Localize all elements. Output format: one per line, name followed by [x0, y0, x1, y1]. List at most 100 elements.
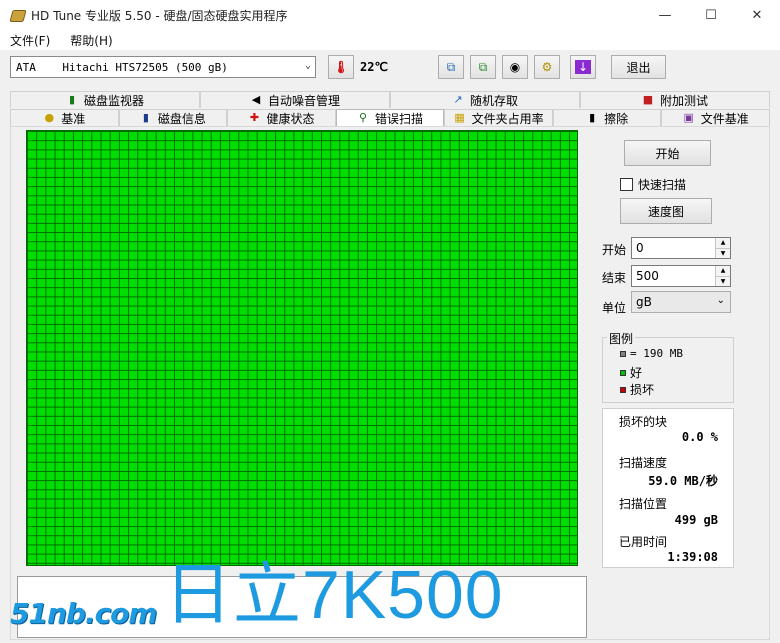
hdtune-app-icon [9, 7, 25, 23]
folder-usage-icon: ▦ [454, 111, 465, 124]
close-button[interactable]: ✕ [734, 0, 780, 30]
tab-label: 磁盘监视器 [83, 93, 144, 108]
toolbar: ATA Hitachi HTS72505 (500 gB) ⌄ 🌡 22℃ ⧉ … [0, 50, 780, 88]
minimize-button[interactable]: — [642, 0, 688, 30]
tab-aam[interactable]: ◀ 自动噪音管理 [200, 91, 390, 108]
camera-icon: ◉ [509, 60, 521, 74]
damaged-blocks-value: 0.0 % [681, 430, 718, 444]
scan-position-value: 499 gB [674, 513, 718, 527]
spin-up-icon[interactable]: ▲ [716, 266, 730, 276]
exit-button[interactable]: 退出 [611, 55, 666, 79]
benchmark-icon: ● [44, 111, 55, 124]
tab-file-benchmark[interactable]: ▣ 文件基准 [661, 109, 771, 126]
tab-label: 磁盘信息 [157, 111, 206, 126]
quick-scan-checkbox[interactable]: 快速扫描 [620, 176, 686, 193]
download-icon: ↓ [574, 60, 592, 74]
erase-icon: ▮ [589, 111, 596, 124]
chevron-down-icon: ⌄ [304, 60, 311, 71]
legend-block-size-label: = 190 MB [630, 347, 683, 360]
legend-box: 图例 = 190 MB 好 损坏 [602, 330, 734, 403]
block-swatch-icon [620, 350, 626, 357]
copy-text-button[interactable]: ⧉ [470, 55, 496, 79]
temperature-button[interactable]: 🌡 [328, 55, 354, 79]
start-value: 0 [636, 241, 644, 255]
tab-row-top: ▮ 磁盘监视器 ◀ 自动噪音管理 ↗ 随机存取 ■ 附加测试 [10, 91, 770, 108]
scan-speed-value: 59.0 MB/秒 [648, 474, 718, 488]
tab-erase[interactable]: ▮ 擦除 [552, 109, 662, 126]
tab-disk-info[interactable]: ▮ 磁盘信息 [118, 109, 228, 126]
checkbox-box[interactable] [620, 178, 633, 191]
copy-info-button[interactable]: ⧉ [438, 55, 464, 79]
legend-damaged: 损坏 [620, 381, 654, 398]
start-spin-arrows: ▲ ▼ [715, 238, 730, 258]
options-icon: ⚙ [541, 60, 553, 74]
end-spinbox[interactable]: 500 ▲ ▼ [631, 265, 731, 287]
unit-value: gB [636, 295, 652, 309]
spin-up-icon[interactable]: ▲ [716, 238, 730, 248]
tab-extra-tests[interactable]: ■ 附加测试 [580, 91, 770, 108]
tab-label: 擦除 [604, 111, 629, 126]
drive-select[interactable]: ATA Hitachi HTS72505 (500 gB) ⌄ [10, 56, 316, 78]
file-benchmark-icon: ▣ [683, 111, 694, 124]
start-scan-button[interactable]: 开始 [624, 140, 711, 166]
legend-title: 图例 [607, 330, 636, 347]
tab-label: 基准 [61, 111, 86, 126]
legend-good: 好 [620, 364, 642, 381]
legend-block-size: = 190 MB [620, 347, 683, 360]
copy-info-icon: ⧉ [446, 59, 456, 74]
elapsed-time-value: 1:39:08 [667, 550, 718, 564]
window-title: HD Tune 专业版 5.50 - 硬盘/固态硬盘实用程序 [31, 8, 288, 23]
tab-benchmark[interactable]: ● 基准 [10, 109, 119, 126]
tab-label: 文件夹占用率 [471, 111, 544, 126]
tab-folder-usage[interactable]: ▦ 文件夹占用率 [444, 109, 553, 126]
menu-bar: 文件(F) 帮助(H) [0, 30, 780, 50]
download-button[interactable]: ↓ [570, 55, 596, 79]
scan-speed-label: 扫描速度 [619, 456, 668, 470]
tab-health[interactable]: ✚ 健康状态 [227, 109, 336, 126]
random-access-icon: ↗ [453, 93, 463, 106]
tab-disk-monitor[interactable]: ▮ 磁盘监视器 [10, 91, 200, 108]
menu-help[interactable]: 帮助(H) [60, 32, 122, 49]
window-controls: — ☐ ✕ [642, 0, 780, 30]
start-spinbox[interactable]: 0 ▲ ▼ [631, 237, 731, 259]
disk-monitor-icon: ▮ [68, 93, 76, 106]
menu-file[interactable]: 文件(F) [0, 32, 60, 49]
copy-text-icon: ⧉ [478, 59, 488, 74]
health-icon: ✚ [249, 111, 260, 124]
tab-row-bottom: ● 基准 ▮ 磁盘信息 ✚ 健康状态 ⚲ 错误扫描 ▦ 文件夹占用率 ▮ 擦除 ▣ 文件基准 [10, 109, 771, 126]
scan-position-label: 扫描位置 [619, 497, 668, 511]
speed-map-button[interactable]: 速度图 [620, 198, 712, 224]
spin-down-icon[interactable]: ▼ [716, 247, 730, 258]
damaged-swatch-icon [620, 386, 626, 393]
legend-good-label: 好 [630, 366, 643, 380]
title-bar: HD Tune 专业版 5.50 - 硬盘/固态硬盘实用程序 — ☐ ✕ [0, 0, 780, 30]
elapsed-time-label: 已用时间 [619, 535, 668, 549]
tab-strip: ▮ 磁盘监视器 ◀ 自动噪音管理 ↗ 随机存取 ■ 附加测试 ● 基准 ▮ 磁盘信息 ✚ 健康… [10, 91, 771, 127]
options-button[interactable]: ⚙ [534, 55, 560, 79]
thermometer-icon: 🌡 [333, 60, 349, 74]
spin-down-icon[interactable]: ▼ [716, 275, 730, 286]
damaged-blocks-label: 损坏的块 [619, 415, 668, 429]
tab-label: 文件基准 [700, 111, 749, 126]
speaker-icon: ◀ [251, 93, 261, 106]
chevron-down-icon: ⌄ [716, 295, 725, 306]
start-label: 开始 [602, 243, 627, 257]
tab-label: 随机存取 [469, 93, 518, 108]
end-spin-arrows: ▲ ▼ [715, 266, 730, 286]
model-watermark: 日立7K500 [164, 557, 504, 633]
quick-scan-label: 快速扫描 [638, 178, 687, 192]
maximize-button[interactable]: ☐ [688, 0, 734, 30]
end-value: 500 [636, 269, 659, 283]
temperature-readout: 22℃ [360, 60, 388, 74]
screenshot-button[interactable]: ◉ [502, 55, 528, 79]
tab-random-access[interactable]: ↗ 随机存取 [390, 91, 580, 108]
disk-info-icon: ▮ [142, 111, 149, 124]
good-swatch-icon [620, 369, 626, 376]
error-scan-icon: ⚲ [358, 111, 368, 124]
tab-label: 自动噪音管理 [267, 93, 340, 108]
tab-error-scan[interactable]: ⚲ 错误扫描 [335, 109, 445, 126]
extra-tests-icon: ■ [642, 93, 654, 106]
scan-block-grid [26, 130, 578, 566]
unit-select[interactable]: gB ⌄ [631, 291, 731, 313]
drive-select-value: ATA Hitachi HTS72505 (500 gB) [16, 60, 228, 74]
